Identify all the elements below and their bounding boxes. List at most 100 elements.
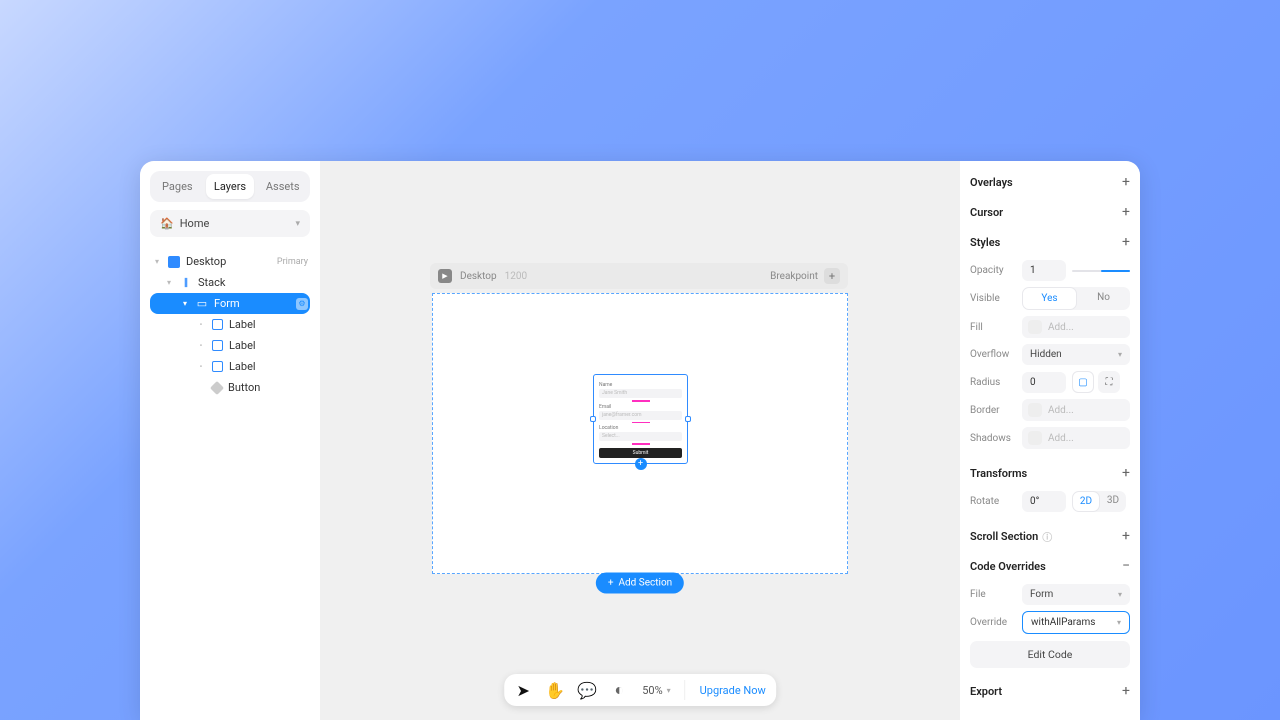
stack-icon: ∥ — [180, 277, 192, 289]
plus-icon[interactable]: + — [1122, 465, 1130, 481]
breakpoint-label: Breakpoint — [770, 271, 818, 282]
layer-label: Stack — [198, 276, 225, 289]
transform-mode-segment: 2D 3D — [1072, 491, 1126, 512]
radius-mode: ▢ ⛶ — [1072, 371, 1120, 393]
plus-icon[interactable]: + — [1122, 683, 1130, 699]
resize-handle-left[interactable] — [590, 416, 596, 422]
bottom-toolbar: ➤ ✋ 💬 ◐ 50% ▾ Upgrade Now — [504, 674, 776, 706]
mode-2d[interactable]: 2D — [1072, 491, 1100, 512]
section-cursor[interactable]: Cursor + — [970, 197, 1130, 227]
prop-label: Fill — [970, 322, 1016, 333]
plus-icon[interactable]: + — [1122, 234, 1130, 250]
layer-label: Label — [229, 318, 256, 331]
prop-label: Border — [970, 405, 1016, 416]
override-select[interactable]: withAllParams ▾ — [1022, 611, 1130, 634]
prop-border: Border Add... — [970, 396, 1130, 424]
section-scroll[interactable]: Scroll Section ⓘ + — [970, 521, 1130, 551]
minus-icon[interactable]: − — [1122, 558, 1130, 574]
section-label: Code Overrides — [970, 560, 1046, 573]
visible-no[interactable]: No — [1077, 287, 1130, 310]
border-add-button[interactable]: Add... — [1022, 399, 1130, 421]
caret-icon: ▾ — [164, 278, 174, 287]
divider — [685, 680, 686, 700]
tab-assets[interactable]: Assets — [258, 174, 307, 199]
layer-label: Label — [229, 339, 256, 352]
layer-label: Desktop — [186, 255, 226, 268]
form-location-label: Location — [599, 425, 682, 431]
shadows-add-button[interactable]: Add... — [1022, 427, 1130, 449]
form-submit-button[interactable]: Submit — [599, 448, 682, 458]
prop-visible: Visible Yes No — [970, 284, 1130, 313]
layer-stack[interactable]: ▾ ∥ Stack — [150, 272, 310, 293]
swatch-icon — [1028, 320, 1042, 334]
edit-code-button[interactable]: Edit Code — [970, 641, 1130, 668]
prop-rotate: Rotate 2D 3D — [970, 488, 1130, 515]
chevron-down-icon: ▾ — [667, 686, 671, 695]
radius-individual-icon[interactable]: ⛶ — [1098, 371, 1120, 393]
add-section-button[interactable]: + Add Section — [596, 573, 684, 594]
section-label: Cursor — [970, 206, 1003, 219]
form-name-label: Name — [599, 382, 682, 388]
layer-label-2[interactable]: • Label — [150, 335, 310, 356]
dark-mode-icon[interactable]: ◐ — [610, 681, 628, 699]
breakpoint-name: Desktop — [460, 271, 497, 282]
layer-form[interactable]: ▾ ▭ Form ⚙ — [150, 293, 310, 314]
button-icon — [210, 380, 224, 394]
prop-label: Visible — [970, 293, 1016, 304]
resize-handle-right[interactable] — [685, 416, 691, 422]
page-selector[interactable]: 🏠 Home ▾ — [150, 210, 310, 237]
play-icon[interactable]: ▶ — [438, 269, 452, 283]
cursor-tool-icon[interactable]: ➤ — [514, 681, 532, 699]
layer-desktop[interactable]: ▾ Desktop Primary — [150, 251, 310, 272]
overflow-select[interactable]: Hidden ▾ — [1022, 344, 1130, 365]
section-label: Export — [970, 685, 1002, 698]
section-label: Scroll Section — [970, 530, 1038, 543]
section-overlays[interactable]: Overlays + — [970, 167, 1130, 197]
opacity-input[interactable] — [1022, 260, 1066, 281]
visible-yes[interactable]: Yes — [1022, 287, 1077, 310]
radius-input[interactable] — [1022, 372, 1066, 393]
bullet-icon: • — [196, 341, 206, 350]
comment-tool-icon[interactable]: 💬 — [578, 681, 596, 699]
form-location-select[interactable]: Select... — [599, 432, 682, 441]
add-breakpoint-button[interactable]: + — [824, 268, 840, 284]
form-name-input[interactable]: Jane Smith — [599, 389, 682, 398]
tab-pages[interactable]: Pages — [153, 174, 202, 199]
layer-button[interactable]: Button — [150, 377, 310, 398]
chevron-down-icon: ▾ — [295, 219, 300, 229]
home-icon: 🏠 — [160, 217, 174, 230]
radius-uniform-icon[interactable]: ▢ — [1072, 371, 1094, 393]
prop-fill: Fill Add... — [970, 313, 1130, 341]
sidebar-tabs: Pages Layers Assets — [150, 171, 310, 202]
add-below-button[interactable]: + — [635, 458, 647, 470]
file-select[interactable]: Form ▾ — [1022, 584, 1130, 605]
plus-icon[interactable]: + — [1122, 528, 1130, 544]
mode-3d[interactable]: 3D — [1100, 491, 1126, 512]
opacity-slider[interactable] — [1072, 270, 1130, 272]
hand-tool-icon[interactable]: ✋ — [546, 681, 564, 699]
label-icon — [212, 361, 223, 372]
section-label: Overlays — [970, 176, 1013, 189]
sidebar-left: Pages Layers Assets 🏠 Home ▾ ▾ Desktop P… — [140, 161, 320, 720]
layer-label: Label — [229, 360, 256, 373]
form-email-input[interactable]: jane@framer.com — [599, 411, 682, 420]
tab-layers[interactable]: Layers — [206, 174, 255, 199]
upgrade-button[interactable]: Upgrade Now — [700, 684, 766, 697]
zoom-selector[interactable]: 50% ▾ — [642, 684, 670, 697]
add-label: Add... — [1048, 433, 1074, 444]
frame-desktop[interactable]: Name Jane Smith Email jane@framer.com Lo… — [432, 293, 848, 574]
layer-label: Form — [214, 297, 240, 310]
layer-label-1[interactable]: • Label — [150, 314, 310, 335]
canvas[interactable]: ▶ Desktop 1200 Breakpoint + Name Jane Sm… — [320, 161, 960, 720]
plus-icon[interactable]: + — [1122, 204, 1130, 220]
prop-label: Shadows — [970, 433, 1016, 444]
add-label: Add... — [1048, 405, 1074, 416]
label-icon — [212, 319, 223, 330]
section-export[interactable]: Export + — [970, 676, 1130, 706]
plus-icon: + — [608, 578, 614, 589]
layer-label-3[interactable]: • Label — [150, 356, 310, 377]
plus-icon[interactable]: + — [1122, 174, 1130, 190]
form-component[interactable]: Name Jane Smith Email jane@framer.com Lo… — [593, 374, 688, 464]
rotate-input[interactable] — [1022, 491, 1066, 512]
fill-add-button[interactable]: Add... — [1022, 316, 1130, 338]
